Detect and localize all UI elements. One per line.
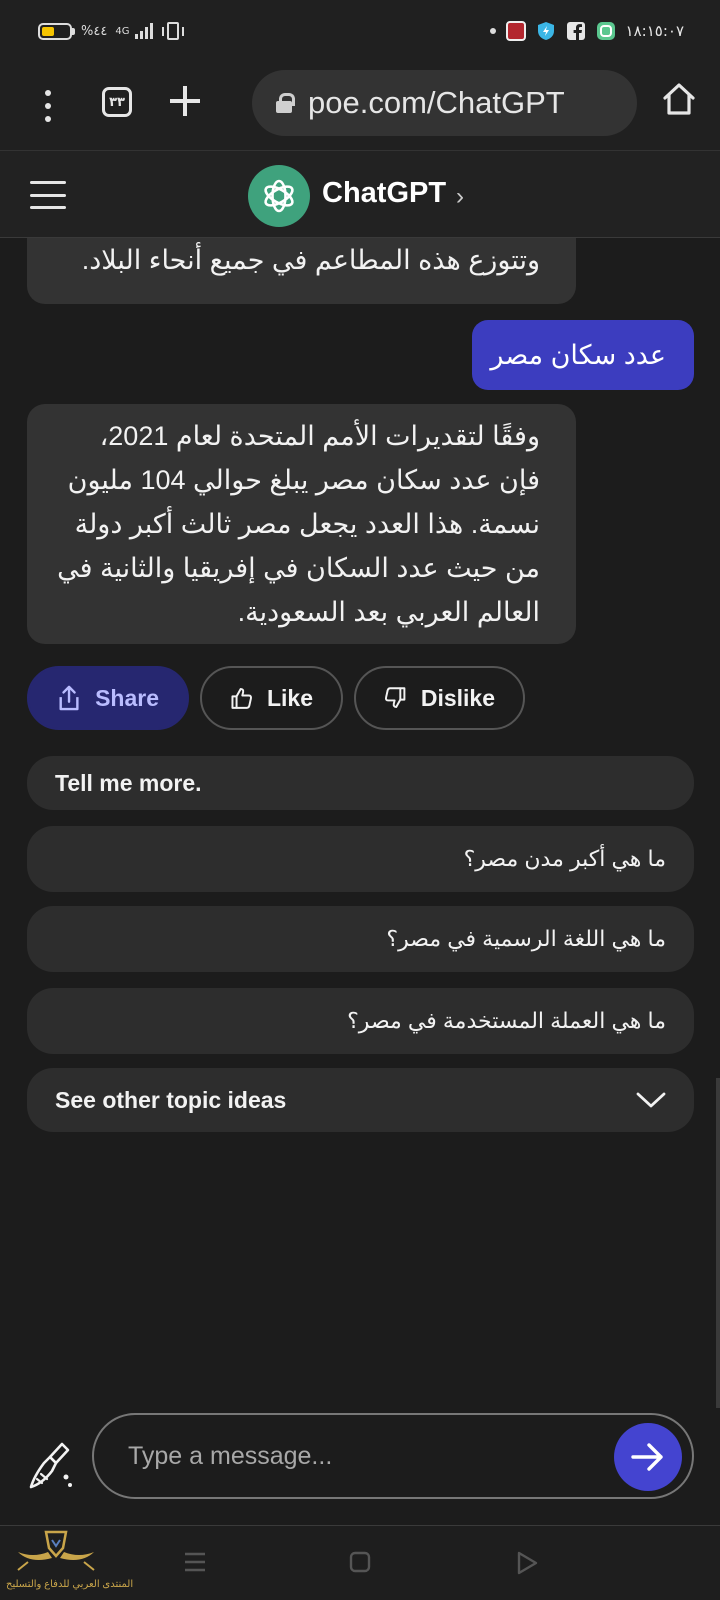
- app-notification-icon: [505, 21, 526, 41]
- message-actions: Share Like Dislike: [27, 666, 525, 730]
- recents-icon[interactable]: [183, 1551, 207, 1573]
- browser-toolbar: ٣٣ poe.com/ChatGPT: [0, 62, 720, 150]
- battery-tip: [72, 27, 75, 35]
- send-button[interactable]: [614, 1423, 682, 1491]
- message-placeholder: Type a message...: [128, 1441, 333, 1470]
- chevron-right-icon[interactable]: ›: [456, 183, 464, 211]
- chat-app-icon: [596, 22, 615, 40]
- hamburger-menu-icon[interactable]: [30, 181, 66, 209]
- thumbs-up-icon: [231, 687, 252, 709]
- suggestion-official-language[interactable]: ما هي اللغة الرسمية في مصر؟: [27, 906, 694, 972]
- watermark-logo: [17, 1530, 95, 1571]
- status-bar: %٤٤ 4G ١٨:١٥:٠٧: [0, 0, 720, 62]
- notification-dot-icon: [489, 28, 496, 34]
- back-triangle-icon[interactable]: [516, 1551, 538, 1575]
- bot-avatar[interactable]: [248, 165, 310, 227]
- more-vertical-icon[interactable]: [38, 86, 58, 126]
- system-navigation-bar: المنتدى العربي للدفاع والتسليح: [0, 1525, 720, 1600]
- url-text: poe.com/ChatGPT: [308, 85, 565, 120]
- suggestion-label: ما هي أكبر مدن مصر؟: [463, 846, 666, 871]
- bot-name[interactable]: ChatGPT: [322, 177, 446, 210]
- signal-icon: [135, 23, 154, 39]
- suggestion-tell-me-more[interactable]: Tell me more.: [27, 756, 694, 810]
- bot-answer-text: وفقًا لتقديرات الأمم المتحدة لعام 2021، …: [57, 421, 540, 627]
- suggestion-label: Tell me more.: [55, 769, 202, 796]
- user-message-text: عدد سكان مصر: [490, 340, 666, 370]
- tabs-button[interactable]: ٣٣: [102, 87, 132, 117]
- status-bar-right: ١٨:١٥:٠٧: [489, 18, 684, 44]
- address-bar[interactable]: poe.com/ChatGPT: [252, 70, 637, 136]
- dislike-button[interactable]: Dislike: [354, 666, 525, 730]
- composer: Type a message...: [0, 1413, 720, 1525]
- user-message: عدد سكان مصر: [472, 320, 694, 390]
- share-icon: [59, 685, 79, 711]
- suggestion-largest-cities[interactable]: ما هي أكبر مدن مصر؟: [27, 826, 694, 892]
- shield-app-icon: [537, 22, 554, 40]
- battery-percent: %٤٤: [81, 23, 108, 39]
- status-bar-left: %٤٤ 4G: [38, 18, 185, 44]
- broom-icon[interactable]: [28, 1441, 74, 1491]
- facebook-icon: [566, 22, 585, 40]
- previous-bot-message: وتتوزع هذه المطاعم في جميع أنحاء البلاد.: [27, 238, 576, 304]
- clock: ١٨:١٥:٠٧: [625, 22, 684, 40]
- bot-answer-message: وفقًا لتقديرات الأمم المتحدة لعام 2021، …: [27, 404, 576, 644]
- thumbs-down-icon: [384, 687, 406, 708]
- home-icon[interactable]: [662, 82, 696, 116]
- share-label: Share: [95, 684, 159, 711]
- watermark-text: المنتدى العربي للدفاع والتسليح: [6, 1579, 134, 1590]
- new-tab-button[interactable]: [168, 84, 202, 118]
- network-type: 4G: [115, 25, 130, 37]
- battery-icon: [38, 22, 72, 40]
- lock-icon: [276, 93, 295, 113]
- share-button[interactable]: Share: [27, 666, 189, 730]
- vibrate-icon: [162, 22, 185, 40]
- see-other-topics-label: See other topic ideas: [55, 1086, 287, 1113]
- app-header: ChatGPT ›: [0, 150, 720, 238]
- chat-thread[interactable]: وتتوزع هذه المطاعم في جميع أنحاء البلاد.…: [0, 238, 720, 1413]
- openai-logo-icon: [264, 179, 294, 213]
- suggestion-currency[interactable]: ما هي العملة المستخدمة في مصر؟: [27, 988, 694, 1054]
- chevron-down-icon: [636, 1092, 666, 1108]
- suggestion-label: ما هي العملة المستخدمة في مصر؟: [347, 1008, 666, 1033]
- see-other-topics-button[interactable]: See other topic ideas: [27, 1068, 694, 1132]
- home-square-icon[interactable]: [349, 1551, 371, 1573]
- previous-bot-message-text: وتتوزع هذه المطاعم في جميع أنحاء البلاد.: [81, 245, 540, 275]
- message-input[interactable]: Type a message...: [92, 1413, 694, 1499]
- dislike-label: Dislike: [420, 684, 495, 711]
- scrollbar-thumb[interactable]: [716, 1078, 720, 1408]
- like-button[interactable]: Like: [200, 666, 343, 730]
- suggestion-label: ما هي اللغة الرسمية في مصر؟: [386, 926, 666, 951]
- like-label: Like: [266, 684, 313, 711]
- send-arrow-icon: [631, 1443, 663, 1471]
